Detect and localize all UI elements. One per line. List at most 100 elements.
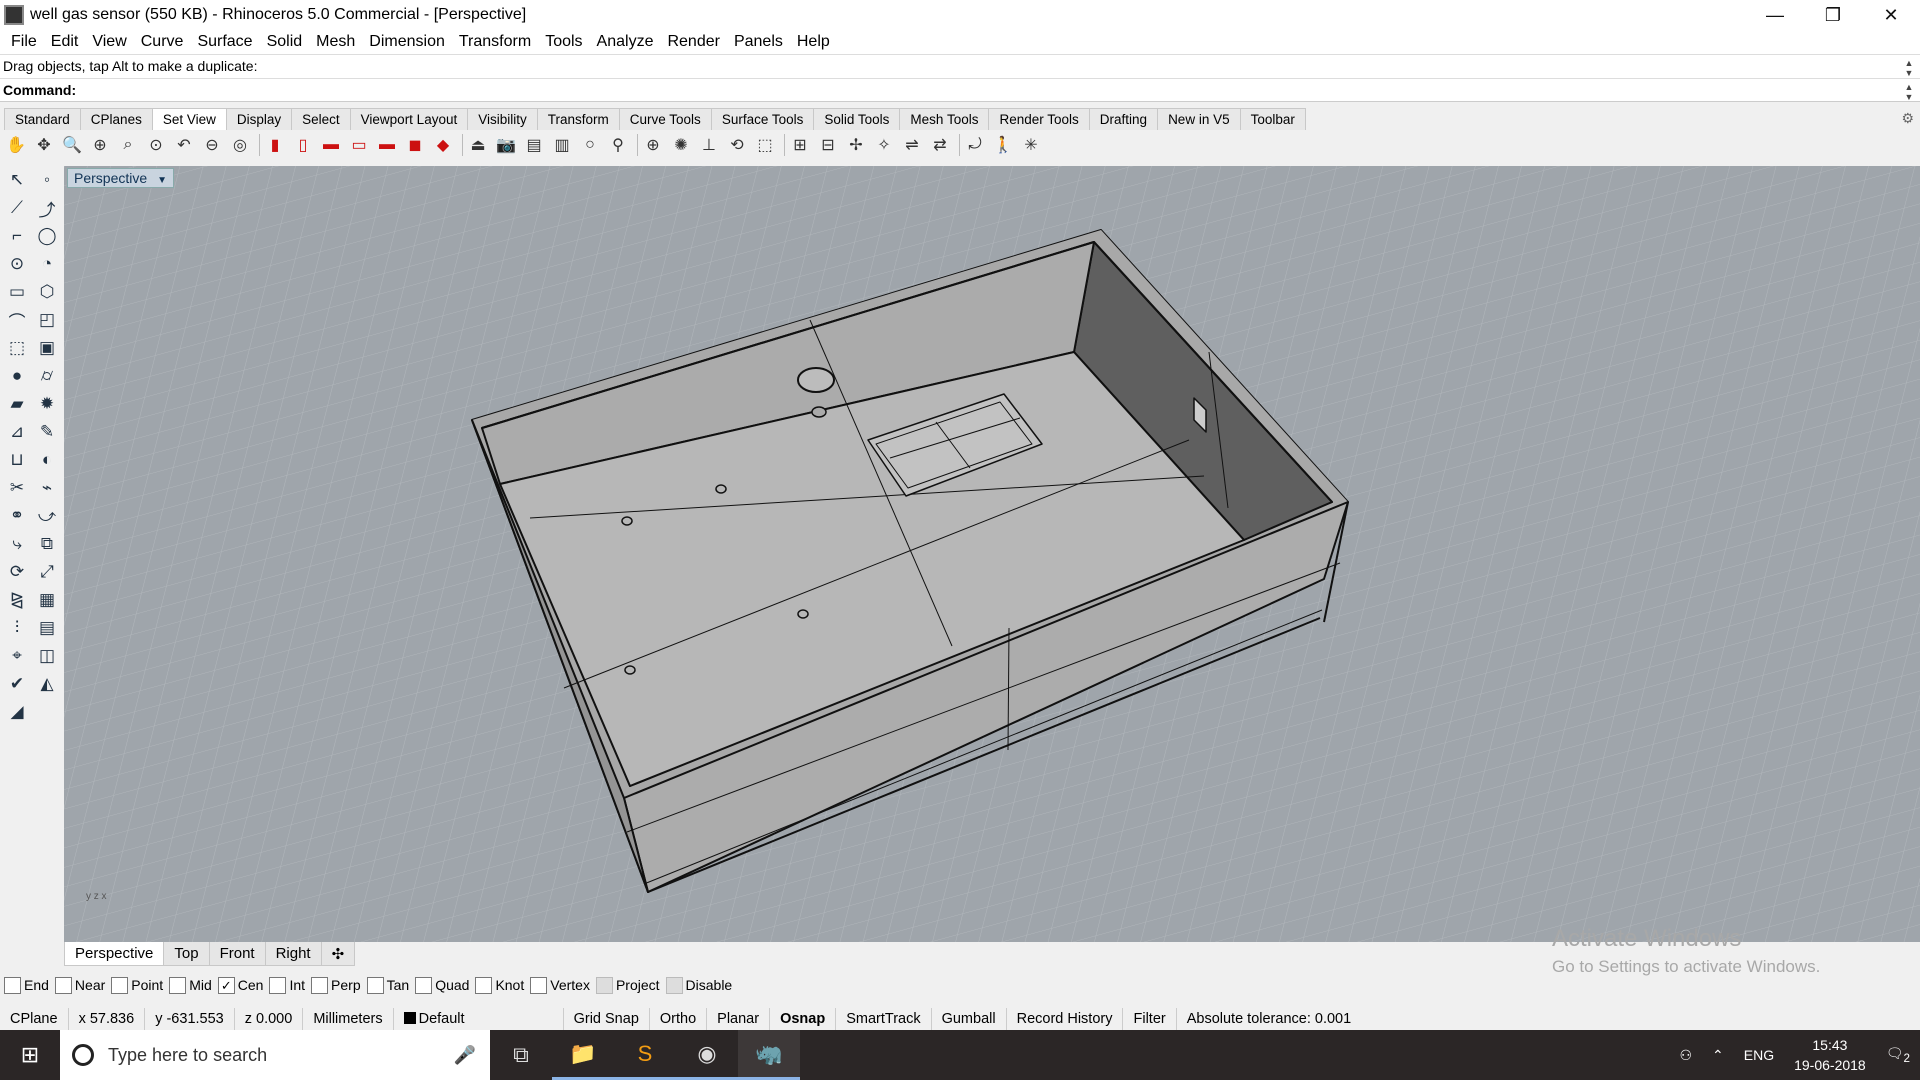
select-arrow-icon[interactable]: ↖ [3,166,31,194]
zoom-icon[interactable]: 🔍 [60,133,84,157]
notification-icon[interactable]: 🗨2 [1876,1045,1920,1065]
view-perspective-icon[interactable]: ◼ [403,133,427,157]
move-icon[interactable]: ⤷ [3,530,31,558]
osnap-checkbox-disabled[interactable] [595,976,613,994]
dolly-icon[interactable]: ⇌ [900,133,924,157]
plan-view-icon[interactable]: ⊞ [788,133,812,157]
menu-panels[interactable]: Panels [727,33,790,51]
chevron-up-icon[interactable]: ⌃ [1702,1047,1734,1064]
menu-surface[interactable]: Surface [190,33,259,51]
chevron-down-icon[interactable]: ▼ [157,175,167,186]
osnap-checkbox-disabled[interactable] [665,976,683,994]
microphone-icon[interactable]: 🎤 [454,1045,476,1066]
status-gumball[interactable]: Gumball [932,1008,1007,1030]
tilt-view-icon[interactable]: ✢ [844,133,868,157]
menu-analyze[interactable]: Analyze [590,33,661,51]
osnap-checkbox[interactable] [366,976,384,994]
elevation-view-icon[interactable]: ⊟ [816,133,840,157]
view-top-icon[interactable]: ▬ [319,133,343,157]
set-cplane-origin-icon[interactable]: ⊕ [641,133,665,157]
close-button[interactable]: ✕ [1862,0,1920,30]
rhino-taskbar-icon[interactable]: 🦏 [738,1030,800,1080]
tab-right[interactable]: Right [264,942,322,966]
status-filter[interactable]: Filter [1123,1008,1177,1030]
menu-file[interactable]: File [4,33,44,51]
restore-button[interactable]: ❐ [1804,0,1862,30]
polygon-icon[interactable]: ⬡ [33,278,61,306]
people-icon[interactable]: ⚇ [1669,1047,1702,1064]
status-layer[interactable]: Default [394,1008,564,1030]
cplane-3point-icon[interactable]: ⬚ [753,133,777,157]
zoom-1to1-icon[interactable]: ◎ [228,133,252,157]
tab-top[interactable]: Top [163,942,210,966]
curve-icon[interactable]: ⤴ [33,194,61,222]
set-camera-icon[interactable]: ▤ [522,133,546,157]
osnap-vertex[interactable]: Vertex [530,976,590,994]
tab-surface-tools[interactable]: Surface Tools [710,108,815,130]
menu-transform[interactable]: Transform [452,33,538,51]
menu-tools[interactable]: Tools [538,33,589,51]
osnap-checkbox[interactable] [111,976,129,994]
osnap-checkbox[interactable] [4,976,21,994]
osnap-checkbox[interactable] [311,976,329,994]
status-cplane[interactable]: CPlane [0,1008,69,1030]
osnap-checkbox[interactable] [415,976,433,994]
minimize-button[interactable]: — [1746,0,1804,30]
copy-icon[interactable]: ⧉ [33,530,61,558]
check-icon[interactable]: ✔ [3,670,31,698]
osnap-checkbox[interactable] [269,976,287,994]
set-cplane-object-icon[interactable]: ✺ [669,133,693,157]
roll-view-icon[interactable]: ✧ [872,133,896,157]
rotate-view-icon[interactable]: ✥ [32,133,56,157]
named-view-icon[interactable]: ▮ [263,133,287,157]
osnap-mid[interactable]: Mid [169,976,212,994]
menu-solid[interactable]: Solid [260,33,310,51]
menu-help[interactable]: Help [790,33,837,51]
osnap-project[interactable]: Project [595,976,660,994]
ellipse-icon[interactable]: ⊙ [3,250,31,278]
osnap-end[interactable]: End [4,976,49,994]
tab-render-tools[interactable]: Render Tools [988,108,1090,130]
osnap-checkbox-checked[interactable]: ✓ [217,976,235,994]
cplane-rotate-icon[interactable]: ⟲ [725,133,749,157]
analyze-icon[interactable]: ⌖ [3,642,31,670]
menu-mesh[interactable]: Mesh [309,33,362,51]
lens-length-icon[interactable]: ⇄ [928,133,952,157]
tab-solid-tools[interactable]: Solid Tools [813,108,901,130]
osnap-checkbox[interactable] [169,976,187,994]
menu-edit[interactable]: Edit [44,33,86,51]
taskbar-search-box[interactable]: Type here to search 🎤 [60,1030,490,1080]
two-point-perspective-icon[interactable]: ▥ [550,133,574,157]
osnap-checkbox[interactable] [475,976,493,994]
mirror-icon[interactable]: ⧎ [3,586,31,614]
history-scroll-arrows[interactable]: ▲ ▼ [1902,58,1916,78]
chrome-icon[interactable]: ◉ [676,1030,738,1080]
osnap-near[interactable]: Near [54,976,105,994]
tab-drafting[interactable]: Drafting [1088,108,1159,130]
join-icon[interactable]: ⚭ [3,502,31,530]
dimension-icon[interactable]: ⊿ [3,418,31,446]
sun-icon[interactable]: ✳ [1019,133,1043,157]
camera-target-icon[interactable]: ⚲ [606,133,630,157]
command-input[interactable] [80,82,1881,98]
task-view-icon[interactable]: ⧉ [490,1030,552,1080]
target-icon[interactable]: ○ [578,133,602,157]
osnap-quad[interactable]: Quad [415,976,469,994]
tab-select[interactable]: Select [291,108,351,130]
fillet-edge-icon[interactable]: ▤ [33,614,61,642]
sublime-text-icon[interactable]: S [614,1030,676,1080]
status-planar[interactable]: Planar [707,1008,771,1030]
polyline-icon[interactable]: ⟋ [3,194,31,222]
sphere-icon[interactable]: ● [3,362,31,390]
undo-view-icon[interactable]: ↶ [172,133,196,157]
pan-icon[interactable]: ✋ [4,133,28,157]
tab-perspective[interactable]: Perspective [64,942,165,966]
set-cplane-elevation-icon[interactable]: ⊥ [697,133,721,157]
command-scroll-arrows[interactable]: ▲ ▼ [1902,82,1916,102]
camera-lens-icon[interactable]: ⏏ [466,133,490,157]
properties-icon[interactable]: ◫ [33,642,61,670]
osnap-disable[interactable]: Disable [665,976,732,994]
camera-icon[interactable]: 📷 [494,133,518,157]
menu-render[interactable]: Render [660,33,726,51]
windows-start-button[interactable]: ⊞ [0,1030,60,1080]
